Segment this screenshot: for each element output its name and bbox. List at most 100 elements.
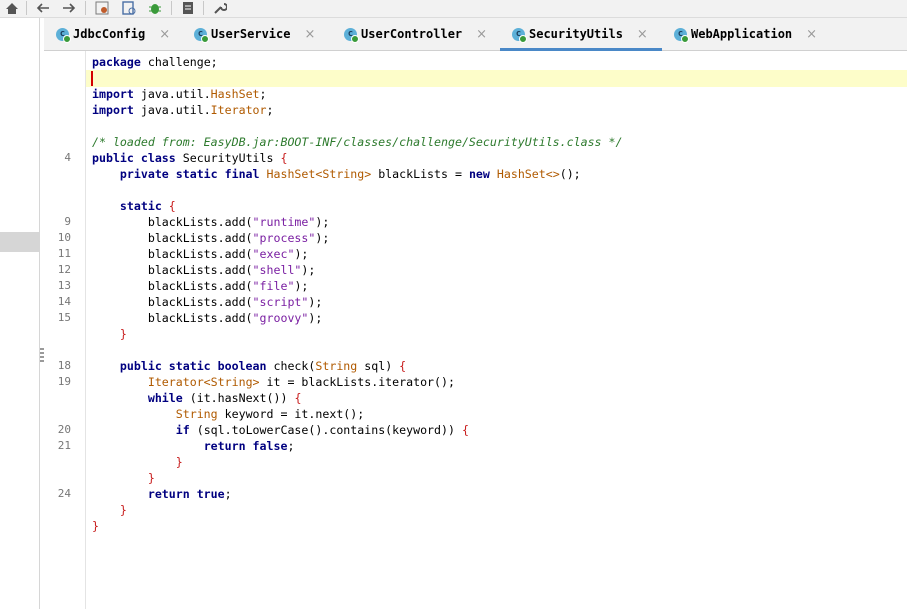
tab-securityutils[interactable]: c SecurityUtils × (500, 18, 662, 51)
line-number: 13 (57, 279, 71, 292)
code-line: while (it.hasNext()) { (92, 390, 302, 406)
code-line: blackLists.add("shell"); (92, 262, 316, 278)
code-token: java.util. (133, 103, 211, 117)
line-number: 15 (57, 311, 71, 324)
forward-arrow-icon[interactable] (60, 0, 78, 16)
code-token: blackLists.add( (92, 263, 253, 277)
code-token: /* loaded from: EasyDB.jar:BOOT-INF/clas… (92, 135, 623, 149)
code-token: while (147, 391, 183, 405)
code-token: check( (266, 359, 316, 373)
tab-webapplication[interactable]: c WebApplication × (674, 18, 817, 50)
code-line: Iterator<String> it = blackLists.iterato… (92, 374, 455, 390)
close-icon[interactable]: × (159, 27, 170, 42)
line-number: 21 (57, 439, 71, 452)
code-line: private static final HashSet<String> bla… (92, 166, 581, 182)
code-token: Iterator<String> (147, 375, 260, 389)
home-icon[interactable] (3, 0, 21, 16)
code-token: import (92, 87, 134, 101)
code-token: blackLists.add( (92, 247, 253, 261)
line-number: 18 (57, 359, 71, 372)
code-token: ); (294, 279, 309, 293)
code-token: blackLists.add( (92, 295, 253, 309)
code-token: Iterator (210, 103, 267, 117)
code-token: blackLists.add( (92, 231, 253, 245)
tab-label: UserService (211, 27, 291, 41)
code-token: "file" (252, 279, 295, 293)
tab-label: JdbcConfig (73, 27, 146, 41)
code-line: } (92, 518, 99, 534)
code-line: blackLists.add("process"); (92, 230, 330, 246)
class-icon: c (56, 27, 71, 43)
project-panel (0, 18, 40, 609)
close-icon[interactable]: × (806, 27, 817, 42)
code-token: (); (559, 167, 581, 181)
code-token: { (399, 359, 407, 373)
line-number: 20 (57, 423, 71, 436)
code-token: } (92, 519, 99, 533)
code-line: /* loaded from: EasyDB.jar:BOOT-INF/clas… (92, 134, 622, 150)
code-line: package challenge; (92, 54, 218, 70)
code-token: String (175, 407, 218, 421)
current-line-highlight (86, 70, 907, 87)
code-token: ); (308, 295, 323, 309)
close-icon[interactable]: × (304, 27, 315, 42)
bookmark-icon[interactable] (120, 0, 138, 16)
code-token: "process" (252, 231, 316, 245)
code-token: return true (147, 487, 225, 501)
line-number: 11 (57, 247, 71, 260)
toolbar-separator (26, 1, 27, 15)
code-token: blackLists = (371, 167, 469, 181)
code-token: ); (301, 263, 316, 277)
wrench-icon[interactable] (211, 0, 229, 16)
code-line: blackLists.add("runtime"); (92, 214, 330, 230)
code-editor[interactable]: 4 9 10 11 12 13 14 15 18 19 20 21 24 package challen… (44, 51, 907, 609)
code-area[interactable]: package challenge; import java.util. HashS… (86, 51, 907, 609)
class-icon: c (194, 27, 209, 43)
code-token: public class (92, 151, 176, 165)
code-token: challenge; (140, 55, 218, 69)
settings-icon[interactable] (93, 0, 111, 16)
code-token: HashSet<> (496, 167, 560, 181)
code-line: return true; (92, 486, 232, 502)
tab-label: WebApplication (691, 27, 793, 41)
file-icon[interactable] (179, 0, 197, 16)
code-token: } (119, 503, 127, 517)
code-token: blackLists.add( (92, 215, 253, 229)
toolbar-separator (85, 1, 86, 15)
code-token: "exec" (252, 247, 295, 261)
code-token: import (92, 103, 134, 117)
tab-usercontroller[interactable]: c UserController × (344, 18, 487, 50)
code-token: ; (266, 103, 274, 117)
selected-row[interactable] (0, 232, 39, 252)
code-line: import java.util.Iterator; (92, 102, 274, 118)
toolbar-separator (171, 1, 172, 15)
code-token: { (294, 391, 302, 405)
code-line: } (92, 470, 155, 486)
toolbar (0, 0, 907, 18)
class-icon: c (512, 27, 527, 43)
tab-jdbcconfig[interactable]: c JdbcConfig × (56, 18, 170, 50)
code-token: it = blackLists.iterator(); (259, 375, 455, 389)
back-arrow-icon[interactable] (34, 0, 52, 16)
editor-tab-bar: c JdbcConfig × c UserService × c UserCon… (44, 18, 907, 51)
code-line: } (92, 326, 127, 342)
code-token: package (92, 55, 141, 69)
code-token: } (147, 471, 155, 485)
code-token: (it.hasNext()) (182, 391, 295, 405)
close-icon[interactable]: × (476, 27, 487, 42)
tab-userservice[interactable]: c UserService × (194, 18, 315, 50)
code-token: SecurityUtils (175, 151, 281, 165)
code-line: public class SecurityUtils { (92, 150, 287, 166)
close-icon[interactable]: × (637, 27, 648, 42)
bug-icon[interactable] (146, 0, 164, 16)
code-line: String keyword = it.next(); (92, 406, 364, 422)
code-line: static { (92, 198, 176, 214)
code-token: { (461, 423, 469, 437)
